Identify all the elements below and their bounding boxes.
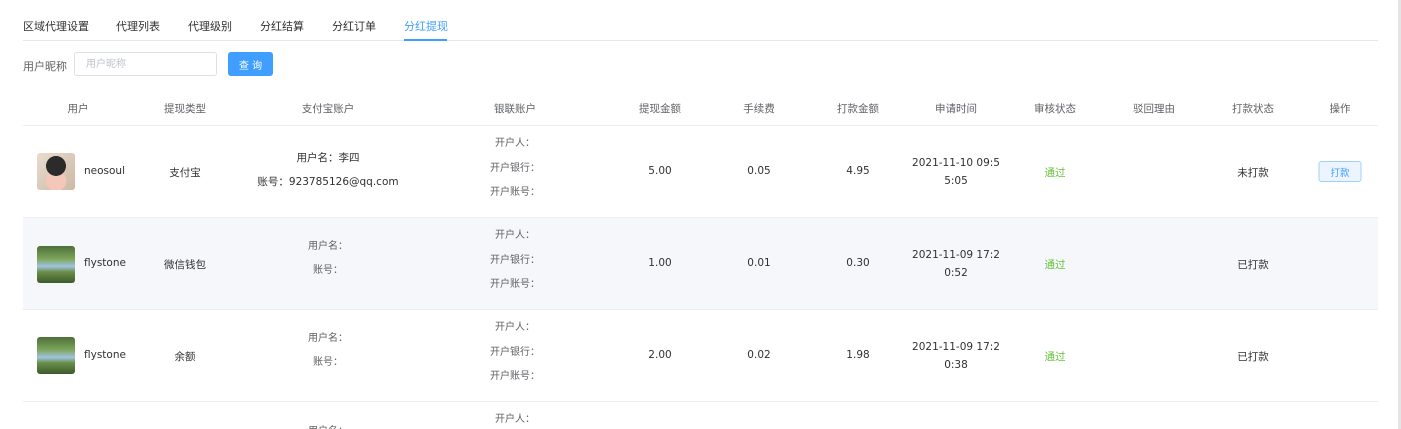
search-label: 用户昵称 <box>23 60 67 73</box>
table-row: flystone 余额 用户名： 账号： 开户人： 开户银行： 开户账号： 2.… <box>23 310 1378 402</box>
header-reject-reason: 驳回理由 <box>1133 103 1175 115</box>
alipay-username: 用户名：李四 <box>296 152 360 164</box>
user-avatar <box>37 153 75 190</box>
tab-dividend-withdrawal[interactable]: 分红提现 <box>404 18 448 34</box>
tab-agent-list[interactable]: 代理列表 <box>116 18 160 34</box>
apply-time: 2021-11-09 17:2 0:38 <box>912 338 1000 374</box>
fee: 0.01 <box>747 257 771 269</box>
withdraw-amount: 1.00 <box>648 257 672 269</box>
pay-status: 已打款 <box>1237 259 1269 271</box>
header-action: 操作 <box>1329 103 1351 115</box>
pay-button[interactable]: 打款 <box>1318 161 1362 182</box>
alipay-username: 用户名： <box>308 241 348 252</box>
unionpay-info: 开户人： 开户银行： 开户账号： <box>490 316 540 390</box>
paid-amount: 4.95 <box>846 165 870 177</box>
paid-amount: 0.30 <box>846 257 870 269</box>
audit-status: 通过 <box>1044 351 1066 363</box>
tab-dividend-orders[interactable]: 分红订单 <box>332 18 376 34</box>
header-unionpay-account: 银联账户 <box>494 103 536 115</box>
alipay-info: 用户名： <box>308 420 348 429</box>
header-paid-amount: 打款金额 <box>837 103 879 115</box>
withdrawal-table: 用户 提现类型 支付宝账户 银联账户 提现金额 手续费 打款金额 申请时间 审核… <box>23 89 1378 429</box>
bank-account: 开户账号： <box>490 187 540 198</box>
withdraw-amount: 2.00 <box>648 349 672 361</box>
alipay-account: 账号：923785126@qq.com <box>257 176 399 188</box>
header-pay-status: 打款状态 <box>1232 103 1274 115</box>
bank-account: 开户账号： <box>490 371 540 382</box>
withdraw-type: 微信钱包 <box>164 259 206 271</box>
bank-name: 开户银行： <box>490 162 540 174</box>
apply-time-line2: 5:05 <box>944 175 968 187</box>
alipay-info: 用户名： 账号： <box>308 235 348 283</box>
header-user: 用户 <box>67 103 89 115</box>
header-withdraw-amount: 提现金额 <box>639 103 681 115</box>
withdraw-type: 余额 <box>174 351 196 363</box>
user-nickname: neosoul <box>84 165 126 177</box>
alipay-username: 用户名： <box>308 333 348 344</box>
tab-agent-level[interactable]: 代理级别 <box>188 18 232 34</box>
pay-status: 未打款 <box>1237 167 1269 179</box>
alipay-info: 用户名：李四 账号：923785126@qq.com <box>257 146 398 194</box>
tab-bar: 区域代理设置 代理列表 代理级别 分红结算 分红订单 分红提现 <box>23 0 1378 41</box>
header-alipay-account: 支付宝账户 <box>301 103 355 115</box>
user-nickname: flystone <box>84 257 126 269</box>
bank-name: 开户银行： <box>490 254 540 266</box>
paid-amount: 1.98 <box>846 349 870 361</box>
table-header: 用户 提现类型 支付宝账户 银联账户 提现金额 手续费 打款金额 申请时间 审核… <box>23 89 1378 126</box>
header-audit-status: 审核状态 <box>1034 103 1076 115</box>
table-row: flystone 微信钱包 用户名： 账号： 开户人： 开户银行： 开户账号： … <box>23 218 1378 310</box>
apply-time: 2021-11-09 17:2 0:52 <box>912 246 1000 282</box>
alipay-username: 用户名： <box>308 420 348 429</box>
pay-status: 已打款 <box>1237 351 1269 363</box>
audit-status: 通过 <box>1044 259 1066 271</box>
fee: 0.02 <box>747 349 771 361</box>
nickname-search-input[interactable] <box>74 52 217 76</box>
alipay-account: 账号： <box>313 357 343 368</box>
user-avatar <box>37 337 75 374</box>
tab-region-agent-settings[interactable]: 区域代理设置 <box>23 18 89 34</box>
unionpay-info: 开户人： 开户银行： 开户账号： <box>490 132 540 206</box>
apply-time-line1: 2021-11-10 09:5 <box>912 157 1000 169</box>
bank-holder: 开户人： <box>495 322 535 333</box>
apply-time: 2021-11-10 09:5 5:05 <box>912 154 1000 190</box>
user-avatar <box>37 246 75 283</box>
bank-holder: 开户人： <box>495 230 535 241</box>
header-fee: 手续费 <box>743 103 775 115</box>
fee: 0.05 <box>747 165 771 177</box>
bank-name: 开户银行： <box>490 346 540 358</box>
active-tab-indicator <box>404 39 447 41</box>
apply-time-line2: 0:38 <box>944 359 968 371</box>
apply-time-line2: 0:52 <box>944 267 968 279</box>
withdraw-amount: 5.00 <box>648 165 672 177</box>
unionpay-info: 开户人： <box>495 408 535 429</box>
unionpay-info: 开户人： 开户银行： 开户账号： <box>490 224 540 298</box>
audit-status: 通过 <box>1044 167 1066 179</box>
user-nickname: flystone <box>84 349 126 361</box>
alipay-info: 用户名： 账号： <box>308 327 348 375</box>
bank-holder: 开户人： <box>495 138 535 149</box>
header-apply-time: 申请时间 <box>935 103 977 115</box>
search-button[interactable]: 查 询 <box>228 52 273 76</box>
table-row: 开户人： 用户名： <box>23 402 1378 429</box>
withdraw-type: 支付宝 <box>169 167 201 179</box>
header-withdraw-type: 提现类型 <box>164 103 206 115</box>
apply-time-line1: 2021-11-09 17:2 <box>912 249 1000 261</box>
bank-account: 开户账号： <box>490 279 540 290</box>
apply-time-line1: 2021-11-09 17:2 <box>912 341 1000 353</box>
alipay-account: 账号： <box>313 265 343 276</box>
table-row: neosoul 支付宝 用户名：李四 账号：923785126@qq.com 开… <box>23 126 1378 218</box>
bank-holder: 开户人： <box>495 414 535 425</box>
tab-dividend-settlement[interactable]: 分红结算 <box>260 18 304 34</box>
